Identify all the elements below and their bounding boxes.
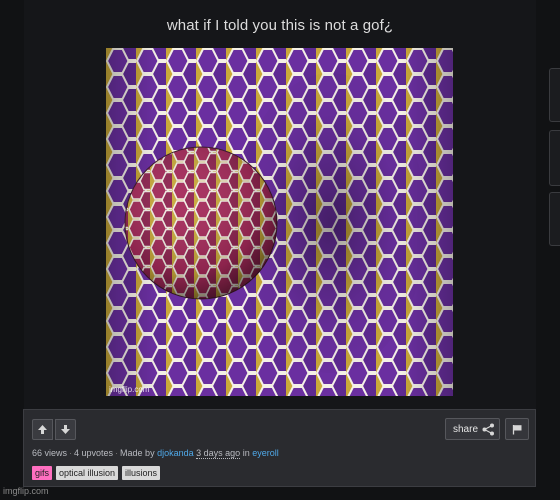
share-icon xyxy=(482,423,494,436)
downvote-button[interactable] xyxy=(55,419,76,440)
flag-button[interactable] xyxy=(505,418,529,440)
sidebar-panel[interactable] xyxy=(549,192,560,246)
tag-gifs[interactable]: gifs xyxy=(32,466,53,480)
post-meta: 66 views · 4 upvotes · Made by djokanda 3 da… xyxy=(32,448,279,459)
tag-list: gifs optical illusion illusions xyxy=(32,466,164,480)
view-count: 66 views xyxy=(32,448,68,458)
post-title: what if I told you this is not a gof¿ xyxy=(166,17,394,34)
optical-illusion-image xyxy=(106,48,453,396)
flag-icon xyxy=(512,425,522,435)
post-info-bar: share 66 views · 4 upvotes · Made by djokand… xyxy=(23,409,536,487)
upvote-count: 4 upvotes xyxy=(74,448,114,458)
upvote-button[interactable] xyxy=(32,419,53,440)
made-by-label: Made by xyxy=(120,448,155,458)
sidebar-panel[interactable] xyxy=(549,130,560,186)
post-time: 3 days ago xyxy=(196,448,241,459)
stream-link[interactable]: eyeroll xyxy=(252,448,279,458)
image-watermark: imgflip.com xyxy=(109,385,150,394)
sidebar-panel[interactable] xyxy=(549,68,560,122)
author-link[interactable]: djokanda xyxy=(157,448,194,458)
page: what if I told you this is not a gof¿ im… xyxy=(0,0,560,500)
in-label: in xyxy=(242,448,250,458)
site-watermark: imgflip.com xyxy=(3,486,49,496)
arrow-down-icon xyxy=(61,425,70,434)
tag-illusions[interactable]: illusions xyxy=(122,466,161,480)
arrow-up-icon xyxy=(38,425,47,434)
tag-optical-illusion[interactable]: optical illusion xyxy=(56,466,119,480)
share-button[interactable]: share xyxy=(445,418,500,440)
share-label: share xyxy=(453,424,479,435)
post-image[interactable]: imgflip.com xyxy=(106,48,453,396)
